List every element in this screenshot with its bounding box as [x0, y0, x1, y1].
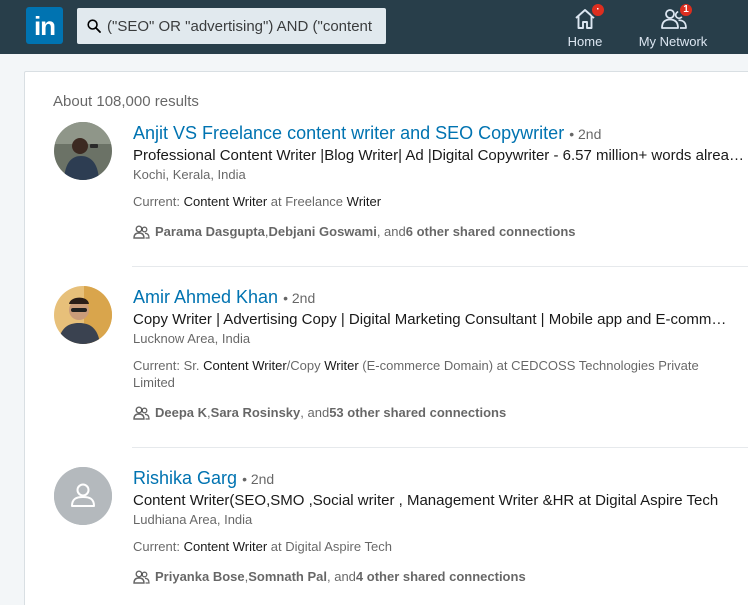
profile-photo — [54, 286, 112, 344]
profile-name-link[interactable]: Rishika Garg — [133, 468, 237, 488]
network-notification-badge: 1 — [678, 2, 694, 18]
result-divider — [132, 266, 748, 267]
current-position: Current: Sr. Content Writer/Copy Writer … — [133, 358, 699, 390]
nav-home[interactable]: · Home — [560, 0, 610, 54]
shared-connections-icon — [133, 225, 150, 239]
avatar[interactable] — [54, 122, 112, 180]
shared-connections-icon — [133, 406, 150, 420]
default-avatar-icon — [54, 467, 112, 525]
search-input[interactable] — [107, 17, 386, 35]
avatar[interactable] — [54, 286, 112, 344]
shared-connections[interactable]: Parama Dasgupta, Debjani Goswami, and 6 … — [133, 223, 748, 241]
profile-headline: Professional Content Writer |Blog Writer… — [133, 147, 748, 164]
profile-headline: Copy Writer | Advertising Copy | Digital… — [133, 311, 728, 328]
linkedin-logo[interactable]: in — [26, 7, 63, 44]
nav-my-network-label: My Network — [638, 34, 708, 49]
nav-home-label: Home — [567, 34, 603, 49]
nav-my-network[interactable]: 1 My Network — [631, 0, 715, 54]
global-nav: in · Home 1 My Network — [0, 0, 748, 54]
profile-name-link[interactable]: Amir Ahmed Khan — [133, 287, 278, 307]
shared-connections[interactable]: Deepa K, Sara Rosinsky, and 53 other sha… — [133, 404, 748, 422]
connection-degree: • 2nd — [242, 471, 275, 487]
home-notification-badge: · — [590, 2, 606, 18]
connection-degree: • 2nd — [569, 126, 602, 142]
current-position: Current: Content Writer at Digital Aspir… — [133, 539, 392, 554]
search-icon — [87, 19, 101, 33]
search-bar[interactable] — [77, 8, 386, 44]
shared-connections[interactable]: Priyanka Bose, Somnath Pal, and 4 other … — [133, 568, 748, 586]
profile-location: Kochi, Kerala, India — [133, 167, 246, 182]
current-position: Current: Content Writer at Freelance Wri… — [133, 194, 382, 209]
results-count: About 108,000 results — [53, 93, 199, 110]
profile-photo — [54, 122, 112, 180]
profile-name-link[interactable]: Anjit VS Freelance content writer and SE… — [133, 123, 564, 143]
search-results-card: About 108,000 results Anjit VS Freelance… — [24, 71, 748, 605]
profile-headline: Content Writer(SEO,SMO ,Social writer , … — [133, 492, 719, 509]
result-divider — [132, 447, 748, 448]
avatar[interactable] — [54, 467, 112, 525]
shared-connections-icon — [133, 570, 150, 584]
profile-location: Lucknow Area, India — [133, 331, 251, 346]
connection-degree: • 2nd — [283, 290, 316, 306]
profile-location: Ludhiana Area, India — [133, 512, 253, 527]
